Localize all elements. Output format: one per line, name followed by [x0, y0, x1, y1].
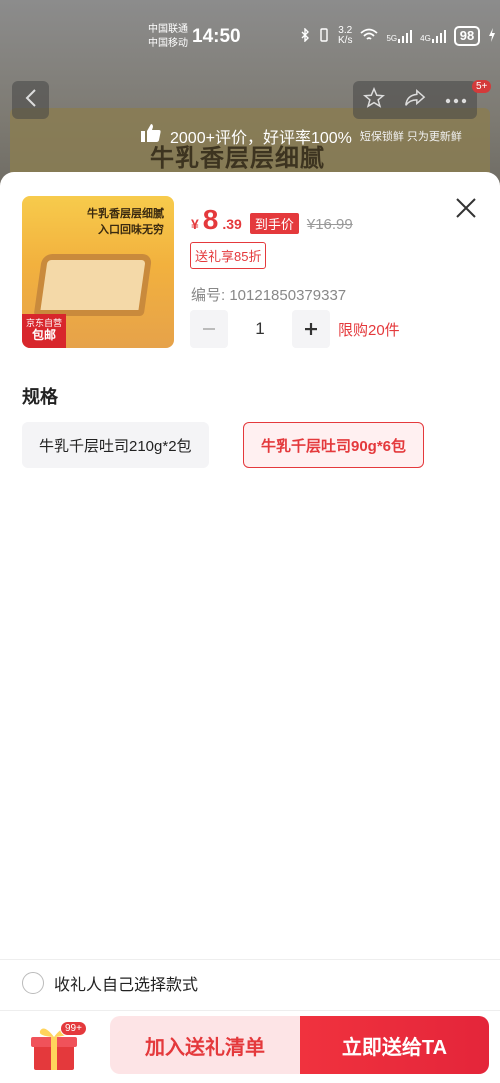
bread-image: [33, 254, 153, 316]
purchase-limit: 限购20件: [338, 321, 400, 339]
original-price: ¥16.99: [306, 216, 353, 233]
star-icon[interactable]: [362, 86, 385, 114]
signal-4g: 4G: [420, 29, 446, 43]
battery-indicator: 98: [453, 26, 481, 46]
close-icon: [454, 198, 478, 224]
signal-5g: 5G: [386, 29, 413, 43]
send-now-button[interactable]: 立即送给TA: [300, 1016, 489, 1074]
status-icons: 3.2 K/s 5G 4G 98: [300, 26, 496, 46]
vibrate-icon: [318, 27, 330, 45]
spec-option-210g-2[interactable]: 牛乳千层吐司210g*2包: [22, 422, 209, 468]
review-strip: 2000+评价，好评率100% 短保锁鲜 只为更新鲜: [140, 122, 462, 149]
signal-bars-1-icon: [398, 29, 413, 43]
sku-selector-sheet: 牛乳香层层细腻 入口回味无穷 京东自营 包邮 ¥ 8 .39 到手价 ¥16.9…: [0, 172, 500, 1083]
status-bar: 中国联通 中国移动 14:50 3.2 K/s 5G 4G 98: [0, 0, 500, 74]
price-decimal: .39: [222, 216, 242, 232]
notification-badge: 5+: [472, 80, 492, 93]
minus-icon: [202, 316, 216, 342]
divider: [0, 1010, 500, 1011]
thumbnail-caption: 牛乳香层层细腻 入口回味无穷: [87, 208, 164, 236]
quantity-value[interactable]: 1: [228, 319, 292, 339]
signal-bars-2-icon: [431, 29, 446, 43]
wifi-icon: [360, 28, 379, 45]
price-integer: 8: [202, 204, 219, 235]
thumbnail-tag: 京东自营 包邮: [22, 314, 66, 348]
recipient-choose-label: 收礼人自己选择款式: [54, 977, 199, 994]
gift-discount-tag: 送礼享85折: [190, 242, 267, 269]
quantity-stepper: 1 限购20件: [190, 310, 400, 348]
clock: 14:50: [192, 26, 241, 47]
recipient-choose-radio[interactable]: [22, 972, 44, 994]
spec-title: 规格: [22, 387, 58, 407]
more-icon[interactable]: [445, 91, 467, 109]
review-subtext: 短保锁鲜 只为更新鲜: [359, 130, 462, 143]
carrier-info: 中国联通 中国移动: [148, 23, 188, 51]
carrier-2: 中国移动: [148, 38, 188, 49]
product-code: 编号: 10121850379337: [191, 287, 347, 304]
share-icon[interactable]: [404, 88, 426, 113]
carrier-1: 中国联通: [148, 24, 188, 35]
top-actions: [353, 81, 477, 119]
product-thumbnail[interactable]: 牛乳香层层细腻 入口回味无穷 京东自营 包邮: [22, 196, 174, 348]
review-text: 2000+评价，好评率100%: [170, 129, 352, 147]
final-price-tag: 到手价: [249, 213, 299, 234]
charging-icon: [488, 27, 496, 45]
decrement-button[interactable]: [190, 310, 228, 348]
back-button[interactable]: [12, 81, 49, 119]
thumbs-up-icon: [140, 122, 162, 149]
chevron-left-icon: [25, 88, 37, 113]
divider: [0, 959, 500, 960]
price-currency: ¥: [191, 216, 199, 232]
increment-button[interactable]: [292, 310, 330, 348]
spec-option-90g-6[interactable]: 牛乳千层吐司90g*6包: [243, 422, 425, 468]
gift-list-badge: 99+: [60, 1021, 87, 1036]
price-row: ¥ 8 .39 到手价 ¥16.99: [191, 204, 353, 236]
close-button[interactable]: [454, 196, 478, 220]
plus-icon: [304, 316, 318, 342]
bluetooth-icon: [300, 26, 310, 45]
recipient-choose-row[interactable]: 收礼人自己选择款式: [22, 971, 198, 995]
network-speed: 3.2 K/s: [338, 25, 353, 46]
add-to-gift-list-button[interactable]: 加入送礼清单: [110, 1016, 300, 1074]
